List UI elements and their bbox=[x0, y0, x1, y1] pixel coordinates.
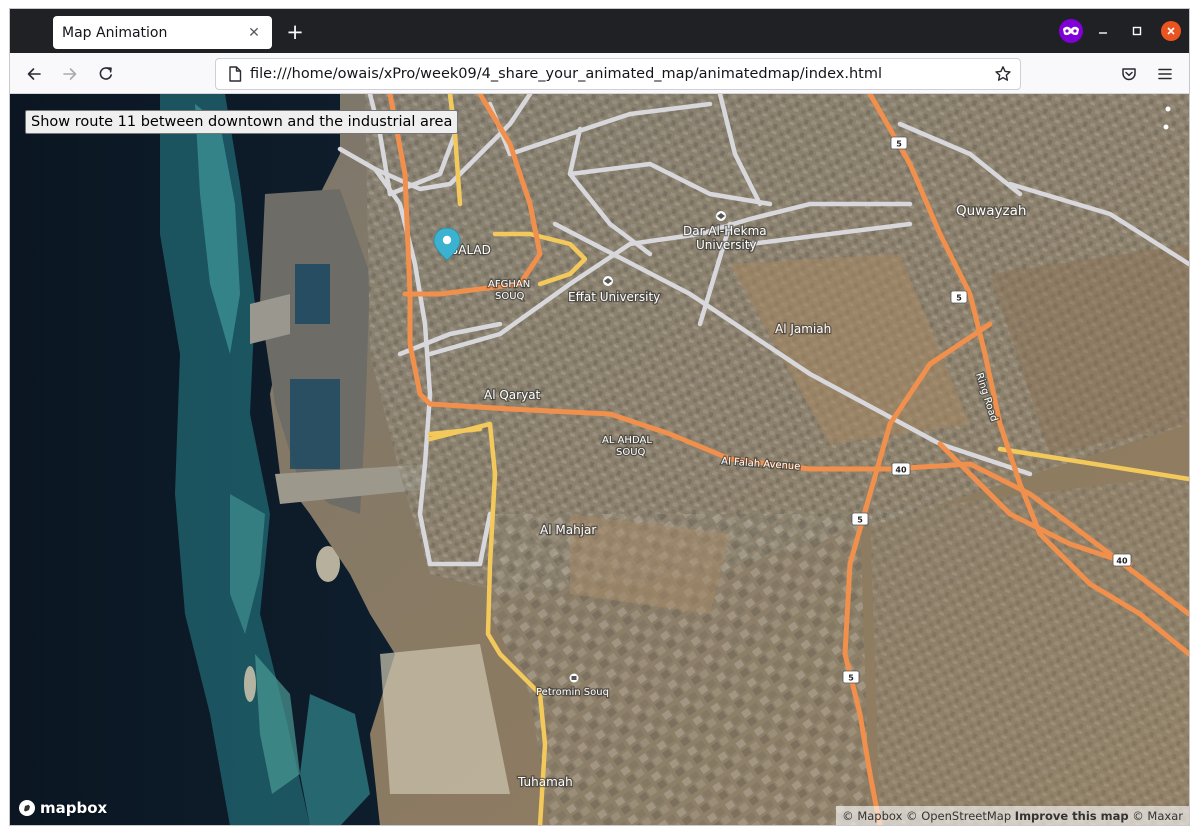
route-shield-5: 5 bbox=[842, 670, 860, 684]
address-bar[interactable]: file:///home/owais/xPro/week09/4_share_y… bbox=[215, 58, 1021, 90]
bookmark-star-icon[interactable] bbox=[990, 61, 1016, 87]
maximize-icon[interactable] bbox=[1127, 21, 1147, 41]
tab-title: Map Animation bbox=[62, 24, 168, 41]
mapbox-logo[interactable]: mapbox bbox=[18, 797, 107, 819]
label-tuhamah: Tuhamah bbox=[517, 775, 573, 789]
label-petromin-souq: Petromin Souq bbox=[536, 687, 609, 698]
map-canvas[interactable]: 5 5 40 5 40 5 BALAD AFGHAN SOUQ Dar Al-H… bbox=[10, 94, 1189, 825]
label-afghan-souq: AFGHAN bbox=[488, 279, 530, 290]
window-close-icon[interactable] bbox=[1161, 21, 1181, 41]
hamburger-menu-icon[interactable] bbox=[1152, 61, 1178, 87]
url-text[interactable]: file:///home/owais/xPro/week09/4_share_y… bbox=[250, 66, 990, 82]
svg-text:40: 40 bbox=[895, 466, 907, 475]
route-shield-40: 40 bbox=[1112, 553, 1132, 567]
attribution-osm-link[interactable]: © OpenStreetMap bbox=[906, 809, 1011, 823]
route-shield-5: 5 bbox=[851, 512, 869, 526]
university-icon bbox=[716, 211, 726, 221]
university-icon bbox=[603, 276, 613, 286]
label-al-jamiah: Al Jamiah bbox=[775, 322, 831, 336]
tab-map-animation[interactable]: Map Animation ✕ bbox=[53, 16, 272, 49]
label-al-ahdal-souq: SOUQ bbox=[616, 447, 646, 458]
svg-text:5: 5 bbox=[956, 294, 962, 303]
route-shield-5: 5 bbox=[890, 136, 908, 150]
svg-text:5: 5 bbox=[848, 674, 854, 683]
label-afghan-souq: SOUQ bbox=[495, 291, 525, 302]
mapbox-logo-icon bbox=[19, 800, 35, 816]
page-icon bbox=[222, 61, 248, 87]
mapbox-logo-text: mapbox bbox=[40, 799, 108, 817]
improve-map-link[interactable]: Improve this map bbox=[1015, 809, 1129, 823]
svg-text:5: 5 bbox=[896, 140, 902, 149]
forward-arrow-icon[interactable] bbox=[57, 61, 83, 87]
tab-close-icon[interactable]: ✕ bbox=[242, 21, 266, 45]
private-browsing-icon bbox=[1059, 19, 1083, 43]
label-al-qaryat: Al Qaryat bbox=[484, 388, 541, 402]
map-control-dot bbox=[1163, 124, 1169, 130]
label-dar-al-hekma: University bbox=[696, 238, 757, 252]
map-attribution: © Mapbox © OpenStreetMap Improve this ma… bbox=[836, 806, 1189, 825]
navigation-bar: file:///home/owais/xPro/week09/4_share_y… bbox=[10, 53, 1189, 94]
reload-icon[interactable] bbox=[93, 61, 119, 87]
svg-text:5: 5 bbox=[857, 516, 863, 525]
shopping-icon bbox=[569, 673, 579, 683]
browser-window: Map Animation ✕ + file:///home/owais/xPr… bbox=[9, 8, 1190, 826]
attribution-mapbox-link[interactable]: © Mapbox bbox=[842, 809, 902, 823]
back-arrow-icon[interactable] bbox=[21, 61, 47, 87]
tab-strip: Map Animation ✕ + bbox=[10, 9, 1189, 53]
label-dar-al-hekma: Dar Al-Hekma bbox=[683, 224, 767, 238]
minimize-icon[interactable] bbox=[1093, 21, 1113, 41]
route-shield-5: 5 bbox=[950, 290, 968, 304]
svg-text:40: 40 bbox=[1116, 557, 1128, 566]
label-al-ahdal-souq: AL AHDAL bbox=[602, 435, 652, 446]
satellite-basemap: 5 5 40 5 40 5 BALAD AFGHAN SOUQ Dar Al-H… bbox=[10, 94, 1189, 825]
route-shield-40: 40 bbox=[891, 462, 911, 476]
pocket-icon[interactable] bbox=[1116, 61, 1142, 87]
attribution-maxar-link[interactable]: © Maxar bbox=[1132, 809, 1183, 823]
new-tab-button[interactable]: + bbox=[282, 19, 308, 45]
label-al-mahjar: Al Mahjar bbox=[540, 523, 596, 537]
label-effat-university: Effat University bbox=[568, 290, 660, 304]
label-quwayzah: Quwayzah bbox=[956, 203, 1026, 219]
map-control-dot bbox=[1165, 106, 1171, 112]
show-route-button[interactable]: Show route 11 between downtown and the i… bbox=[25, 110, 459, 134]
